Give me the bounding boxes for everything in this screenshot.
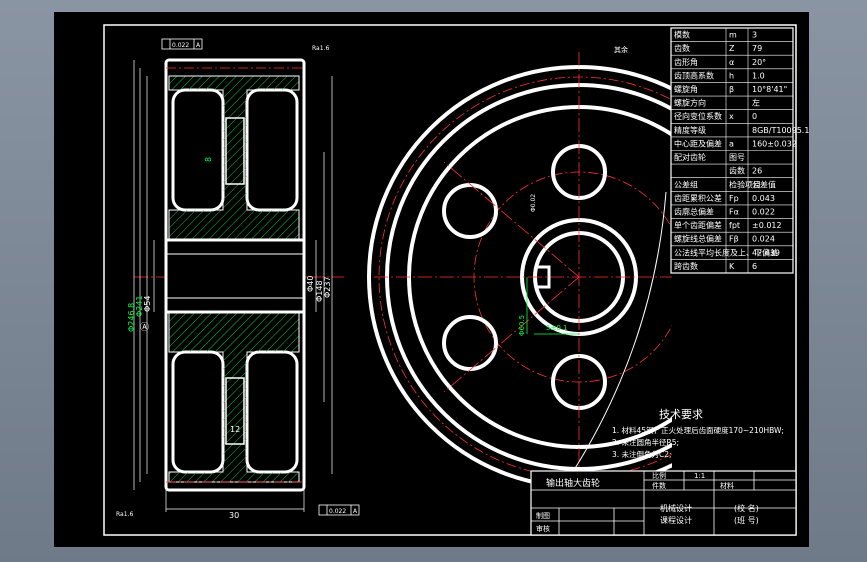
param-name-12: 齿距累积公差	[674, 193, 722, 203]
tolerance-frame-bottom: 0.022 A	[318, 504, 360, 516]
param-name-9: 配对齿轮	[674, 152, 706, 162]
param-val-2: 20°	[752, 58, 766, 67]
param-val-14: ±0.012	[752, 221, 782, 230]
param-sym-1: Z	[729, 44, 735, 53]
svg-text:比例: 比例	[652, 471, 666, 480]
svg-text:审核: 审核	[536, 524, 550, 533]
param-sym-15: Fβ	[729, 235, 739, 244]
tech-line-2: 2. 未注圆角半径R5;	[612, 437, 679, 447]
course-title-2: 课程设计	[660, 515, 692, 525]
roughness-top: Ra1.6	[312, 45, 329, 52]
param-name-4: 螺旋角	[674, 84, 698, 94]
param-name-8: 中心距及偏差	[674, 138, 722, 148]
dim-rib: 8	[204, 157, 213, 162]
param-sym-17: K	[729, 262, 735, 271]
param-sym-10: 齿数	[729, 166, 745, 176]
param-sym-6: x	[729, 112, 734, 121]
param-sym-0: m	[729, 31, 737, 40]
param-val-12: 0.043	[752, 194, 775, 203]
param-val-0: 3	[752, 31, 757, 40]
param-name-2: 齿形角	[674, 57, 698, 67]
param-name-7: 精度等级	[674, 125, 706, 135]
param-name-14: 单个齿距偏差	[674, 220, 722, 230]
param-val-3: 1.0	[752, 71, 765, 80]
tolerance-frame-top: 0.022 A	[161, 38, 203, 50]
school-name: (校 名)	[734, 503, 759, 513]
param-sym-4: β	[729, 85, 734, 94]
roughness-bottom: Ra1.6	[116, 511, 133, 518]
param-val-4: 10°8'41"	[752, 85, 787, 94]
dim-hole-pos: Φ0.02	[530, 194, 537, 212]
svg-text:材料: 材料	[720, 481, 734, 490]
svg-text:制图: 制图	[536, 511, 550, 520]
param-val-10: 26	[752, 167, 762, 176]
technical-requirements: 技术要求 1. 材料45钢，正火处理后齿面硬度170~210HBW; 2. 未注…	[612, 408, 784, 459]
dim-bore: Φ60.5	[518, 315, 526, 336]
param-sym-8: a	[729, 139, 734, 148]
tech-title: 技术要求	[659, 408, 703, 421]
gear-section-view: Φ246.8 Φ241 Φ54 Φ40 Φ148 Φ237 30 12 8 0.…	[116, 38, 360, 520]
param-val-5: 左	[752, 98, 760, 108]
param-val-7: 8GB/T10095.1-2001	[752, 126, 809, 135]
svg-text:A: A	[196, 42, 201, 49]
param-name-5: 螺旋方向	[674, 98, 706, 108]
dim-width: 30	[229, 511, 239, 520]
param-val-15: 0.024	[752, 235, 775, 244]
param-name-6: 径向变位系数	[674, 111, 722, 121]
param-name-1: 齿数	[674, 43, 690, 53]
class-name: (班 号)	[734, 515, 759, 525]
svg-text:0.022: 0.022	[172, 42, 189, 49]
dim-keyway: 5±0.1	[546, 324, 567, 332]
param-sym-2: α	[729, 58, 734, 67]
param-val-16: 42.439	[752, 248, 780, 257]
datum-a-symbol: Ⓐ	[140, 322, 149, 333]
parameter-table: 模数 m 3 齿数 Z 79 齿形角 α 20° 齿顶高系数 h 1.0 螺旋角 β 10°8'41" 螺旋方…	[670, 27, 809, 274]
part-name: 输出轴大齿轮	[546, 477, 600, 489]
param-sym-14: fpt	[729, 221, 740, 230]
dim-d6: Φ237	[323, 276, 332, 298]
param-sym-13: Fα	[729, 207, 739, 216]
drawing-canvas: Φ246.8 Φ241 Φ54 Φ40 Φ148 Φ237 30 12 8 0.…	[103, 24, 809, 536]
param-sym-12: Fp	[729, 194, 739, 203]
param-val-6: 0	[752, 112, 757, 121]
svg-text:0.022: 0.022	[329, 508, 346, 515]
tech-line-3: 3. 未注倒角为C2;	[612, 449, 672, 459]
param-val-17: 6	[752, 262, 757, 271]
param-val-8: 160±0.032	[752, 139, 797, 148]
param-name-13: 齿廓总偏差	[674, 206, 714, 216]
tech-line-1: 1. 材料45钢，正火处理后齿面硬度170~210HBW;	[612, 425, 784, 435]
svg-text:1:1: 1:1	[694, 472, 705, 480]
param-val-11: 公差值	[752, 179, 776, 189]
param-val-1: 79	[752, 44, 762, 53]
dim-hub: 12	[230, 425, 240, 434]
title-block: 输出轴大齿轮 比例 1:1 件数 材料 制图 审核 机械设计 课程设计 (校 名…	[530, 470, 797, 536]
dim-d3: Φ54	[143, 296, 152, 312]
roughness-rest: 其余	[614, 45, 628, 54]
course-title-1: 机械设计	[660, 503, 692, 513]
param-sym-9: 图号	[729, 153, 745, 162]
svg-text:件数: 件数	[652, 481, 666, 490]
svg-text:A: A	[353, 508, 358, 515]
param-name-0: 模数	[674, 30, 690, 40]
dim-d4: Φ40	[306, 276, 315, 292]
cad-viewport[interactable]: Φ246.8 Φ241 Φ54 Φ40 Φ148 Φ237 30 12 8 0.…	[54, 12, 809, 547]
param-name-15: 螺旋线总偏差	[674, 234, 722, 244]
param-name-3: 齿顶高系数	[674, 70, 714, 80]
param-sym-3: h	[729, 71, 734, 80]
param-name-17: 跨齿数	[674, 261, 698, 271]
param-name-11: 公差组	[674, 179, 698, 189]
param-val-13: 0.022	[752, 207, 775, 216]
